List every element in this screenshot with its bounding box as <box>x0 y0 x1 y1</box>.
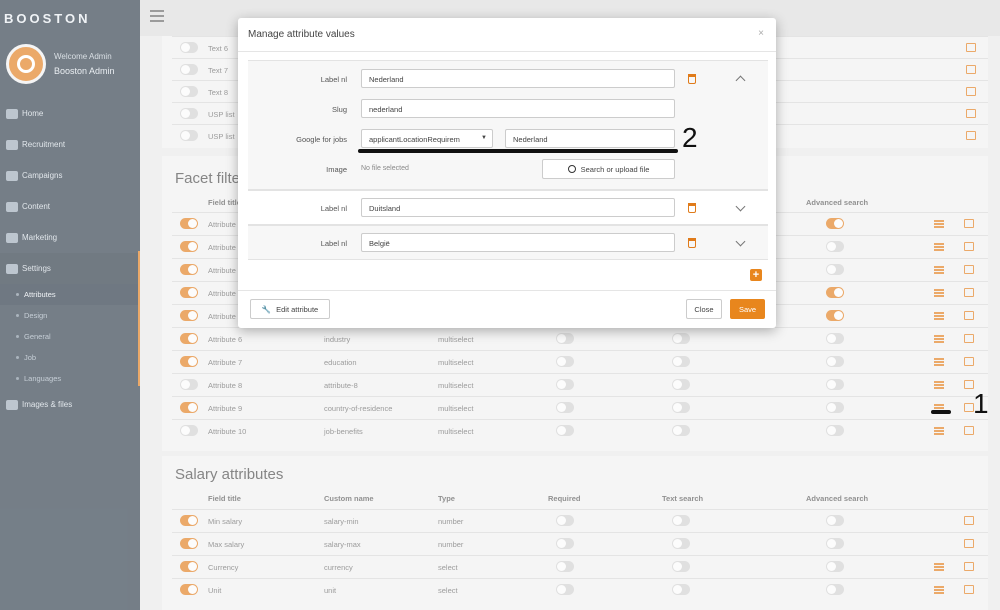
search-upload-button[interactable]: Search or upload file <box>542 159 675 179</box>
edit-attribute-label: Edit attribute <box>276 304 319 314</box>
search-upload-label: Search or upload file <box>580 164 650 174</box>
label-nl-input[interactable]: België <box>361 233 675 252</box>
close-icon[interactable]: × <box>758 28 764 39</box>
slug-label: Slug <box>331 105 347 114</box>
annotation-underline-1 <box>931 410 951 414</box>
trash-icon[interactable] <box>688 203 696 213</box>
label-nl-input[interactable]: Nederland <box>361 69 675 88</box>
manage-attribute-modal: Manage attribute values × Label nl Neder… <box>238 18 776 328</box>
google-jobs-value-input[interactable]: Nederland <box>505 129 675 148</box>
chevron-up-icon[interactable] <box>735 75 746 86</box>
wrench-icon: 🔧 <box>261 304 272 314</box>
add-value-button[interactable]: + <box>750 269 762 281</box>
annotation-number-2: 2 <box>682 122 698 153</box>
label-nl-label: Label nl <box>320 204 347 213</box>
trash-icon[interactable] <box>688 238 696 248</box>
annotation-number-1: 1 <box>973 388 989 419</box>
search-icon <box>567 165 576 173</box>
google-jobs-label: Google for jobs <box>296 135 347 144</box>
caret-down-icon: ▼ <box>481 135 487 141</box>
attribute-value-item: Label nl België <box>248 225 768 260</box>
chevron-down-icon[interactable] <box>735 236 746 247</box>
slug-input[interactable]: nederland <box>361 99 675 118</box>
no-file-text: No file selected <box>361 165 409 172</box>
google-jobs-select[interactable]: applicantLocationRequirem ▼ <box>361 129 493 148</box>
modal-footer-divider <box>238 290 776 291</box>
label-nl-label: Label nl <box>320 239 347 248</box>
image-label: Image <box>326 165 347 174</box>
label-nl-input[interactable]: Duitsland <box>361 198 675 217</box>
modal-header: Manage attribute values × <box>238 18 776 52</box>
trash-icon[interactable] <box>688 74 696 84</box>
chevron-down-icon[interactable] <box>735 201 746 212</box>
edit-attribute-button[interactable]: 🔧 Edit attribute <box>250 299 330 319</box>
annotation-underline-2 <box>358 149 678 153</box>
google-jobs-select-value: applicantLocationRequirem <box>369 135 460 144</box>
modal-title: Manage attribute values <box>248 29 355 40</box>
close-button[interactable]: Close <box>686 299 722 319</box>
attribute-value-item: Label nl Duitsland <box>248 190 768 225</box>
save-button[interactable]: Save <box>730 299 765 319</box>
label-nl-label: Label nl <box>320 75 347 84</box>
